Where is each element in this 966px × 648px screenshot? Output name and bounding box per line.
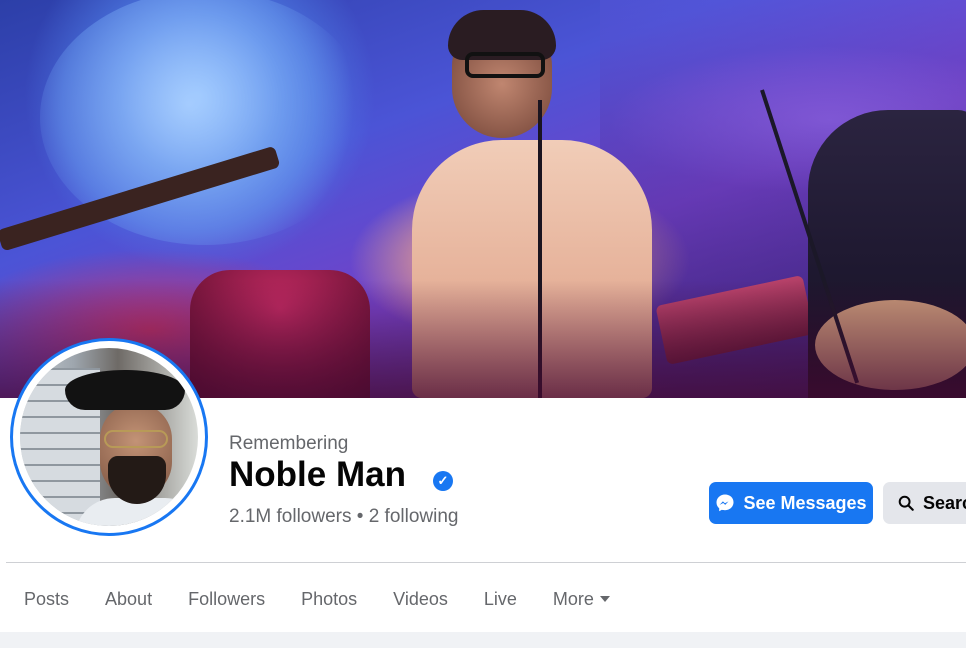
search-label: Search — [922, 492, 966, 513]
see-messages-label: See Messages — [743, 492, 867, 513]
tab-label: Photos — [301, 589, 358, 609]
page-background-strip — [0, 632, 966, 648]
tab-label: Followers — [188, 589, 266, 609]
tab-label: More — [552, 589, 594, 609]
tab-about[interactable]: About — [87, 575, 170, 623]
tab-followers[interactable]: Followers — [170, 575, 283, 623]
search-button[interactable]: Search — [883, 482, 966, 524]
tab-videos[interactable]: Videos — [375, 575, 466, 623]
profile-picture[interactable] — [20, 348, 198, 526]
tab-more[interactable]: More — [535, 575, 628, 623]
see-messages-button[interactable]: See Messages — [709, 482, 873, 524]
tab-live[interactable]: Live — [466, 575, 535, 623]
avatar-hat — [65, 370, 185, 410]
tab-photos[interactable]: Photos — [283, 575, 375, 623]
tab-label: Posts — [24, 589, 70, 609]
caret-down-icon — [599, 596, 610, 602]
tab-label: Live — [483, 589, 517, 609]
search-icon — [898, 495, 914, 511]
verified-check-icon: ✓ — [433, 471, 453, 491]
tab-label: Videos — [393, 589, 448, 609]
avatar-beard — [108, 456, 166, 504]
profile-tabs: Posts About Followers Photos Videos Live… — [6, 574, 628, 624]
tab-posts[interactable]: Posts — [6, 575, 87, 623]
profile-name: Noble Man — [229, 455, 406, 494]
avatar-glasses — [104, 430, 168, 448]
memorial-label: Remembering — [229, 433, 349, 454]
header-divider — [6, 562, 966, 563]
messenger-icon — [716, 494, 734, 512]
cover-photo[interactable] — [0, 0, 966, 398]
cover-singer-glasses — [465, 52, 545, 78]
followers-count[interactable]: 2.1M followers • 2 following — [229, 506, 458, 528]
tab-label: About — [105, 589, 153, 609]
